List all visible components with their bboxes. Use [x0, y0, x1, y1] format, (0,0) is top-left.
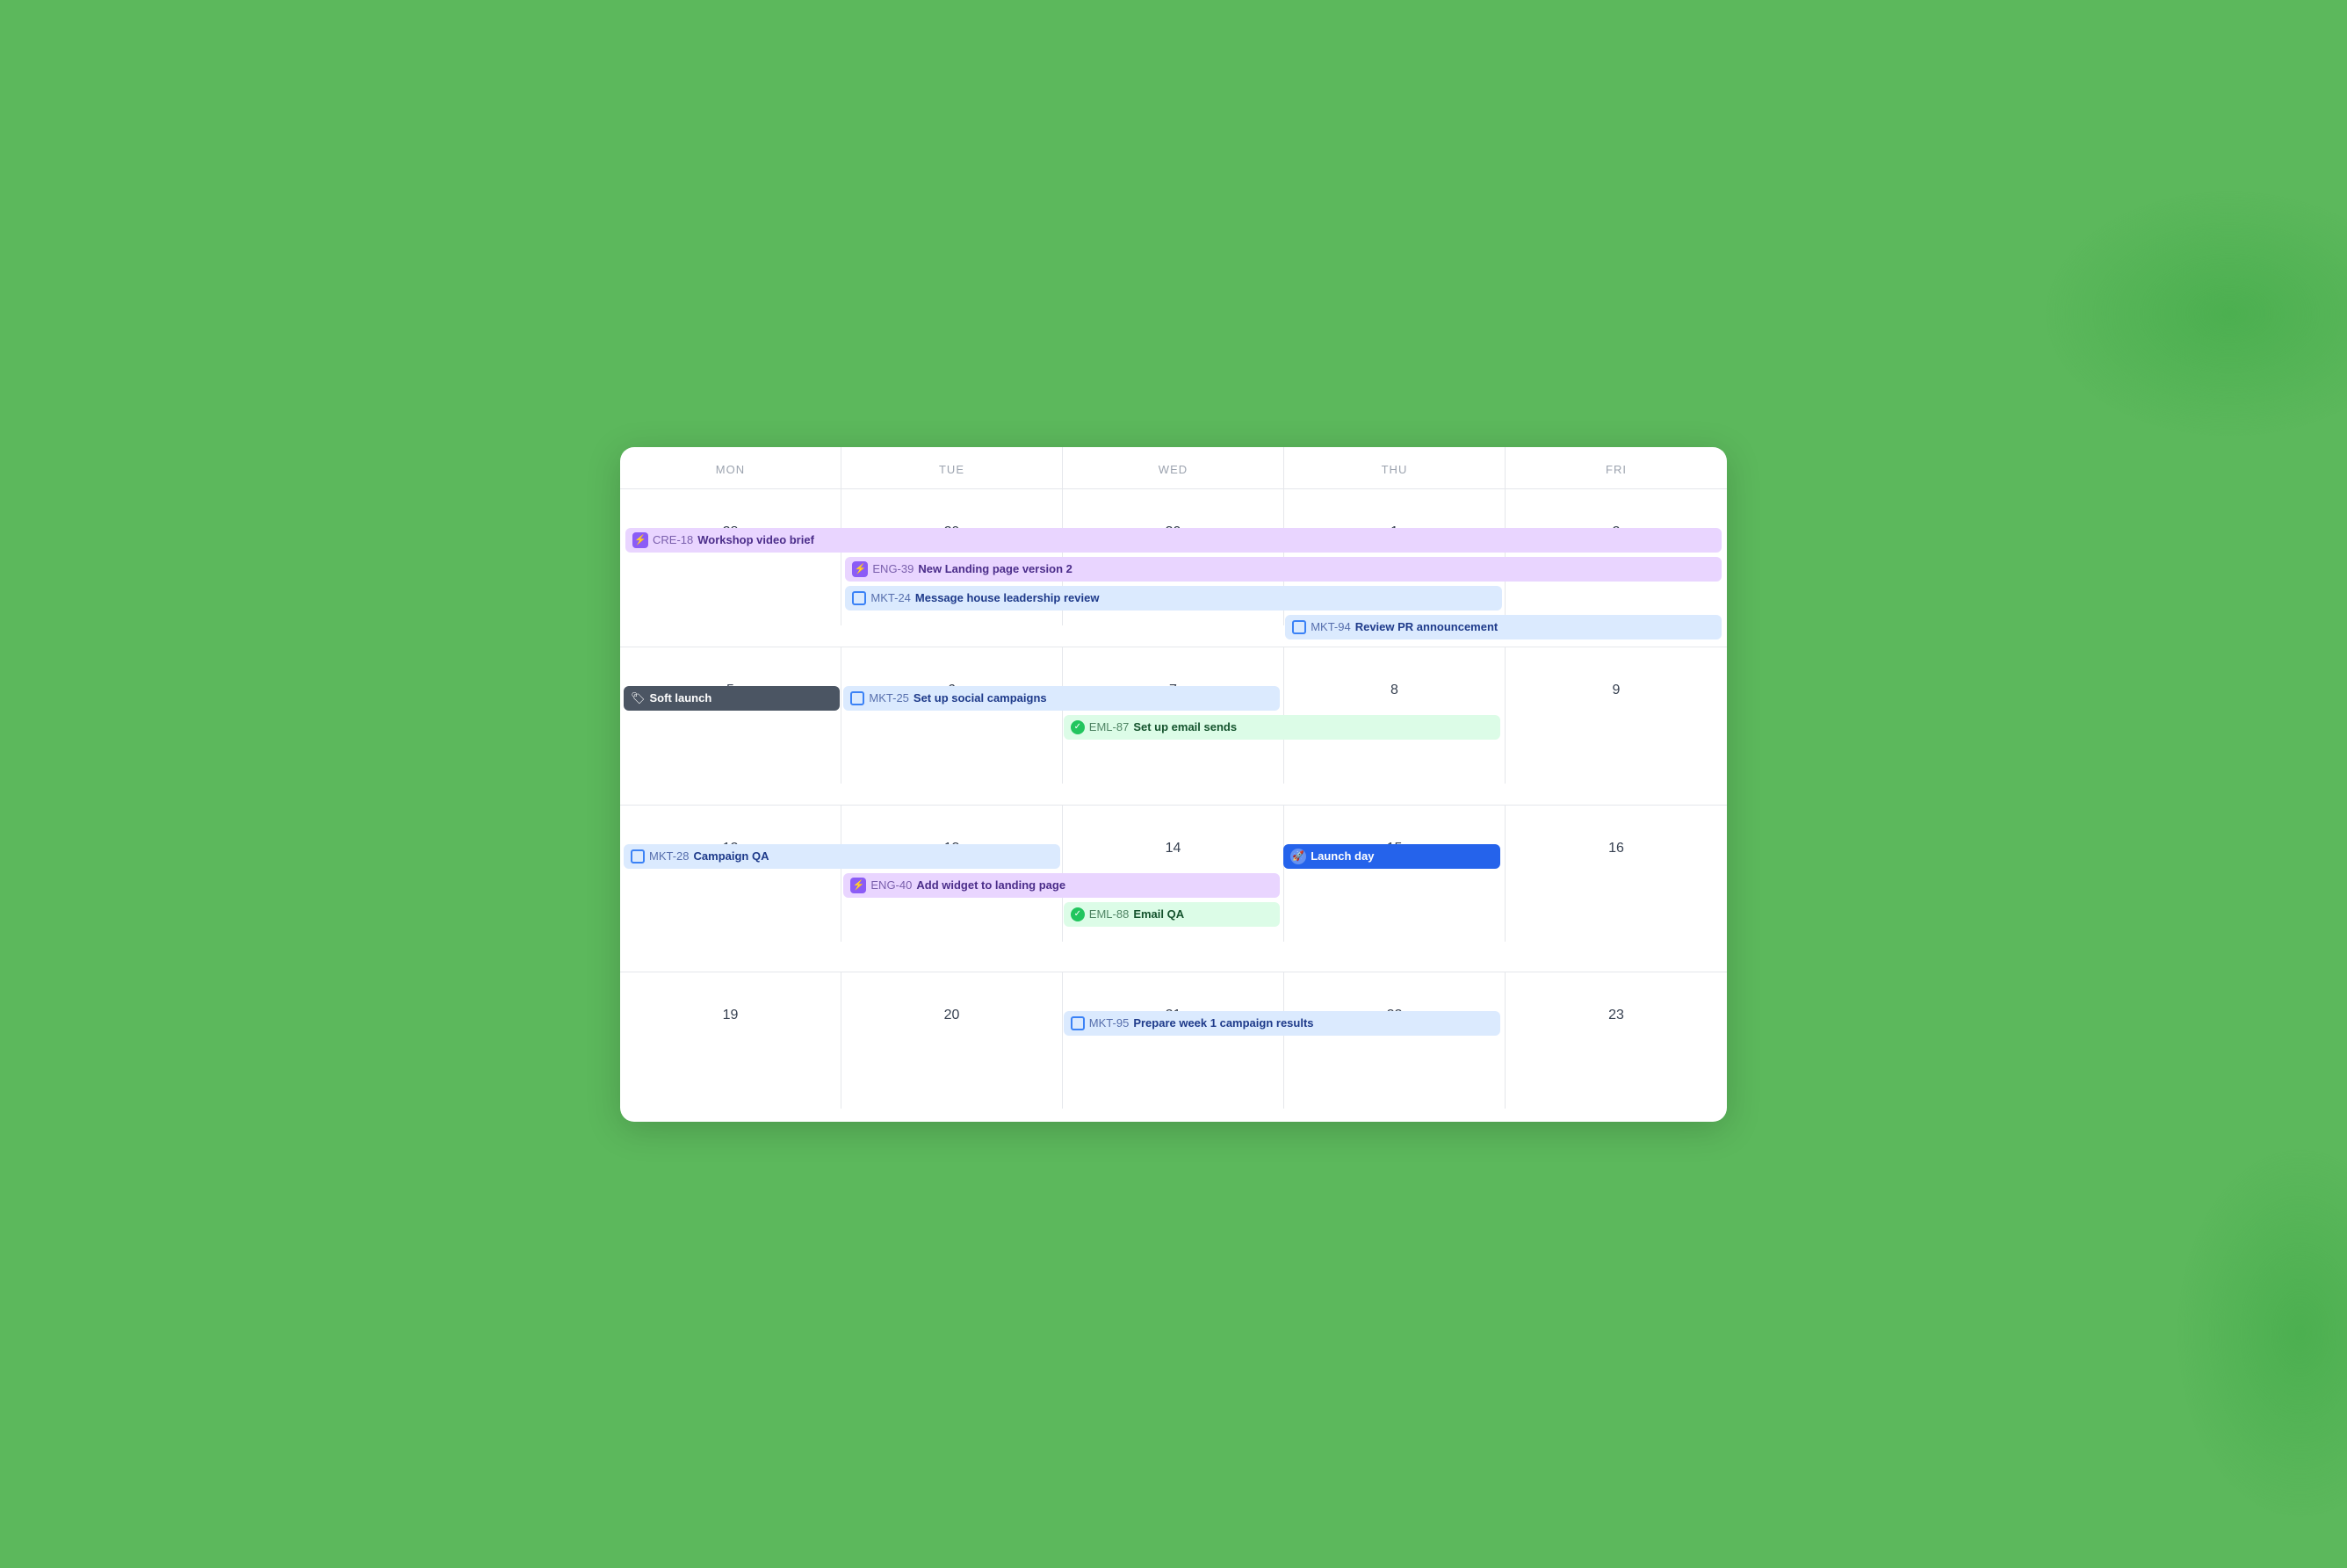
bolt-icon-3: ⚡ — [850, 878, 866, 893]
week-row-1: 28 29 30 1 2 ⚡ CRE-18 Workshop video bri… — [620, 489, 1727, 647]
event-eml88-qa[interactable]: ✓ EML-88 Email QA — [1064, 902, 1280, 927]
square-icon-5 — [1071, 1016, 1085, 1030]
week-row-4: 19 20 21 22 23 MKT-95 Prepare we — [620, 972, 1727, 1122]
cell-w4-mon: 19 — [620, 972, 841, 1109]
header-mon: MON — [620, 447, 841, 488]
event-eml87-email[interactable]: ✓ EML-87 Set up email sends — [1064, 715, 1500, 740]
event-eng39-landing[interactable]: ⚡ ENG-39 New Landing page version 2 — [845, 557, 1722, 582]
header-wed: WED — [1063, 447, 1284, 488]
calendar-container: MON TUE WED THU FRI 28 29 30 1 2 — [620, 447, 1727, 1122]
event-id: MKT-28 — [649, 849, 690, 863]
bolt-icon: ⚡ — [632, 532, 648, 548]
launch-icon: 🏷 — [631, 691, 646, 705]
event-id: MKT-94 — [1311, 620, 1351, 633]
cell-w4-fri: 23 — [1506, 972, 1727, 1109]
square-icon-2 — [1292, 620, 1306, 634]
event-eng40-widget[interactable]: ⚡ ENG-40 Add widget to landing page — [843, 873, 1280, 898]
event-title: Add widget to landing page — [916, 878, 1065, 892]
week-row-2: 5 6 7 8 9 🏷 Soft launch — [620, 647, 1727, 806]
square-icon-3 — [850, 691, 864, 705]
event-id: EML-88 — [1089, 907, 1130, 921]
event-id: ENG-39 — [872, 562, 914, 575]
event-id: CRE-18 — [653, 533, 693, 546]
event-title: Campaign QA — [694, 849, 769, 863]
event-mkt94-review[interactable]: MKT-94 Review PR announcement — [1285, 615, 1722, 639]
event-title: Launch day — [1311, 849, 1374, 863]
week-row-3: 12 13 14 15 16 MKT-28 Campaign QA — [620, 806, 1727, 972]
event-mkt95-results[interactable]: MKT-95 Prepare week 1 campaign results — [1064, 1011, 1500, 1036]
header-thu: THU — [1284, 447, 1506, 488]
cell-w4-thu: 22 — [1284, 972, 1506, 1109]
square-icon — [852, 591, 866, 605]
event-id: MKT-95 — [1089, 1016, 1130, 1030]
header-tue: TUE — [841, 447, 1063, 488]
event-mkt28-qa[interactable]: MKT-28 Campaign QA — [624, 844, 1060, 869]
event-title: Soft launch — [650, 691, 712, 705]
rocket-icon: 🚀 — [1290, 849, 1306, 864]
event-launch-day[interactable]: 🚀 Launch day — [1283, 844, 1499, 869]
cell-w4-tue: 20 — [841, 972, 1063, 1109]
event-title: Prepare week 1 campaign results — [1133, 1016, 1313, 1030]
square-icon-4 — [631, 849, 645, 863]
event-id: MKT-25 — [869, 691, 909, 705]
event-title: Review PR announcement — [1355, 620, 1498, 633]
shield-icon: ✓ — [1071, 720, 1085, 734]
event-title: Workshop video brief — [697, 533, 814, 546]
calendar-header: MON TUE WED THU FRI — [620, 447, 1727, 489]
event-soft-launch[interactable]: 🏷 Soft launch — [624, 686, 840, 711]
event-title: Message house leadership review — [915, 591, 1100, 604]
event-id: ENG-40 — [870, 878, 912, 892]
event-title: New Landing page version 2 — [918, 562, 1072, 575]
event-cre18-workshop[interactable]: ⚡ CRE-18 Workshop video brief — [625, 528, 1722, 553]
event-id: MKT-24 — [870, 591, 911, 604]
header-fri: FRI — [1506, 447, 1727, 488]
event-title: Email QA — [1133, 907, 1184, 921]
event-mkt25-social[interactable]: MKT-25 Set up social campaigns — [843, 686, 1280, 711]
cell-w4-wed: 21 — [1063, 972, 1284, 1109]
shield-icon-2: ✓ — [1071, 907, 1085, 921]
event-id: EML-87 — [1089, 720, 1130, 733]
event-mkt24-message[interactable]: MKT-24 Message house leadership review — [845, 586, 1501, 611]
event-title: Set up email sends — [1133, 720, 1237, 733]
event-title: Set up social campaigns — [914, 691, 1047, 705]
bolt-icon-2: ⚡ — [852, 561, 868, 577]
